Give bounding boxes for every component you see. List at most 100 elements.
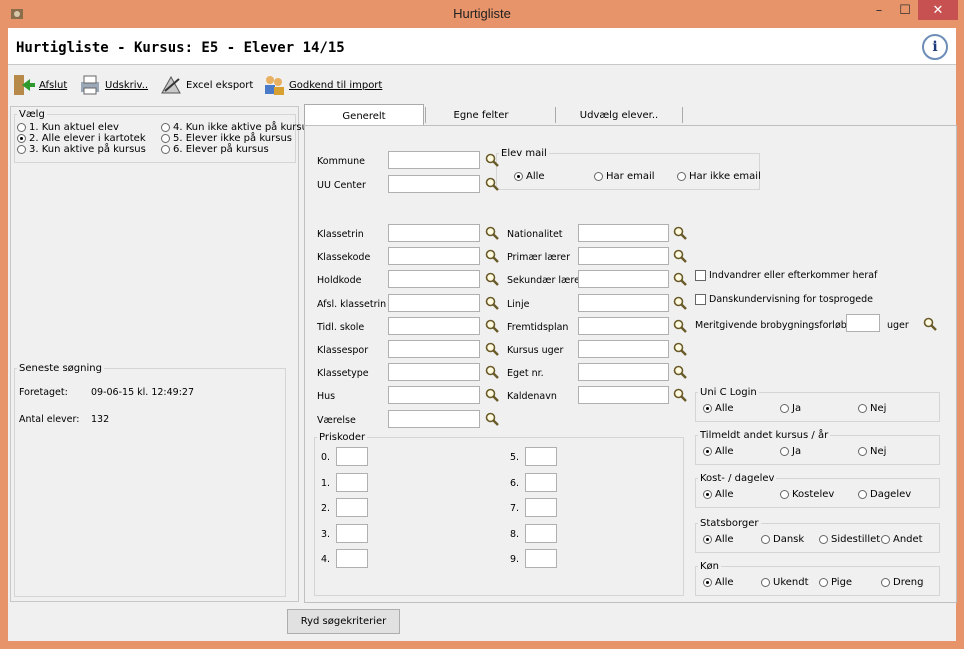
excel-export-icon [161, 75, 181, 94]
print-button[interactable]: Udskriv.. [78, 73, 148, 97]
minimize-button[interactable]: – [866, 0, 892, 20]
field-input[interactable] [578, 270, 669, 289]
vaelg-option-3[interactable]: 3. Kun aktive på kursus [17, 144, 146, 155]
maximize-button[interactable]: ☐ [892, 0, 918, 20]
search-icon[interactable] [673, 272, 687, 287]
vaelg-option-1[interactable]: 1. Kun aktuel elev [17, 122, 119, 133]
search-icon[interactable] [673, 226, 687, 240]
priskode-input[interactable] [336, 549, 368, 568]
vaelg-option-2[interactable]: 2. Alle elever i kartotek [17, 133, 146, 144]
field-input[interactable] [578, 293, 669, 312]
radio-icon [858, 447, 867, 456]
tilmeldt-option[interactable]: Ja [780, 446, 801, 457]
priskode-input[interactable] [525, 523, 557, 543]
vaelg-option-5[interactable]: 5. Elever ikke på kursus [161, 133, 292, 144]
tilmeldt-option[interactable]: Alle [703, 446, 734, 457]
field-input[interactable] [388, 247, 480, 266]
kost-option[interactable]: Kostelev [780, 489, 834, 500]
statsborger-option[interactable]: Sidestillet [819, 534, 880, 545]
field-input[interactable] [578, 386, 669, 405]
koen-option[interactable]: Alle [703, 577, 734, 588]
uni_c-option-label: Alle [715, 403, 734, 414]
statsborger-option[interactable]: Andet [881, 534, 923, 545]
elev-mail-alle[interactable]: Alle [514, 171, 545, 182]
field-input[interactable] [388, 316, 480, 335]
field-input[interactable] [578, 224, 669, 242]
excel-export-button[interactable]: Excel eksport [159, 73, 253, 97]
search-icon[interactable] [485, 296, 499, 310]
meritgivende-input[interactable] [846, 314, 880, 332]
field-input[interactable] [388, 363, 480, 382]
vaelg-option-6[interactable]: 6. Elever på kursus [161, 144, 269, 155]
search-icon[interactable] [485, 249, 499, 264]
tab-generelt[interactable]: Generelt [304, 104, 424, 127]
search-icon[interactable] [673, 296, 687, 310]
radio-icon [594, 172, 603, 181]
uni_c-option[interactable]: Ja [780, 403, 801, 414]
search-icon[interactable] [673, 319, 687, 333]
search-icon[interactable] [485, 365, 499, 380]
search-icon[interactable] [485, 412, 499, 426]
koen-option[interactable]: Dreng [881, 577, 923, 588]
field-input[interactable] [388, 270, 480, 289]
priskode-input[interactable] [525, 447, 557, 466]
indvandrer-checkbox[interactable] [695, 270, 706, 281]
info-icon[interactable]: i [922, 34, 948, 60]
search-icon[interactable] [485, 388, 499, 403]
search-icon[interactable] [673, 365, 687, 380]
uni_c-option[interactable]: Nej [858, 403, 886, 414]
search-icon[interactable] [673, 342, 687, 356]
search-icon[interactable] [485, 153, 499, 167]
field-input[interactable] [578, 316, 669, 335]
priskode-input[interactable] [336, 472, 368, 492]
uger-label: uger [887, 320, 909, 331]
uni_c-option-label: Nej [870, 403, 887, 414]
uni_c-option[interactable]: Alle [703, 403, 734, 414]
field-input[interactable] [388, 224, 480, 242]
approve-import-button[interactable]: Godkend til import [262, 73, 382, 97]
priskode-input[interactable] [525, 472, 557, 492]
search-icon[interactable] [673, 388, 687, 403]
field-input[interactable] [578, 247, 669, 266]
search-icon[interactable] [485, 272, 499, 287]
dansk-checkbox[interactable] [695, 294, 706, 305]
kost-option[interactable]: Alle [703, 489, 734, 500]
priskode-label: 2. [321, 503, 331, 514]
search-icon[interactable] [923, 317, 937, 331]
uu-center-input[interactable] [388, 175, 480, 193]
field-input[interactable] [578, 363, 669, 382]
koen-option[interactable]: Pige [819, 577, 852, 588]
tilmeldt-option[interactable]: Nej [858, 446, 886, 457]
priskode-input[interactable] [336, 523, 368, 543]
statsborger-option[interactable]: Dansk [761, 534, 804, 545]
field-input[interactable] [388, 386, 480, 405]
priskode-input[interactable] [336, 447, 368, 466]
search-icon[interactable] [485, 319, 499, 333]
field-input[interactable] [388, 409, 480, 428]
search-icon[interactable] [485, 342, 499, 356]
tab-egne-felter[interactable]: Egne felter [426, 104, 536, 126]
field-input[interactable] [388, 340, 480, 358]
tab-udvaelg[interactable]: Udvælg elever.. [556, 104, 682, 126]
priskode-input[interactable] [525, 549, 557, 568]
field-input[interactable] [388, 293, 480, 312]
search-icon[interactable] [485, 177, 499, 191]
ryd-button[interactable]: Ryd søgekriterier [287, 609, 400, 634]
dansk-label: Danskundervisning for tosprogede [709, 294, 873, 305]
vaelg-option-4[interactable]: 4. Kun ikke aktive på kursus [161, 122, 313, 133]
priskode-input[interactable] [336, 498, 368, 517]
uni_c-option-label: Ja [792, 403, 802, 414]
koen-option[interactable]: Ukendt [761, 577, 809, 588]
elev-mail-har[interactable]: Har email [594, 171, 655, 182]
statsborger-option[interactable]: Alle [703, 534, 734, 545]
field-input[interactable] [578, 340, 669, 358]
priskode-input[interactable] [525, 498, 557, 517]
kommune-input[interactable] [388, 151, 480, 169]
exit-button[interactable]: Afslut [12, 73, 67, 97]
close-button[interactable]: ✕ [918, 0, 958, 20]
kost-option[interactable]: Dagelev [858, 489, 911, 500]
elev-mail-legend: Elev mail [501, 148, 547, 159]
elev-mail-harikke[interactable]: Har ikke email [677, 171, 761, 182]
search-icon[interactable] [485, 226, 499, 240]
search-icon[interactable] [673, 249, 687, 264]
